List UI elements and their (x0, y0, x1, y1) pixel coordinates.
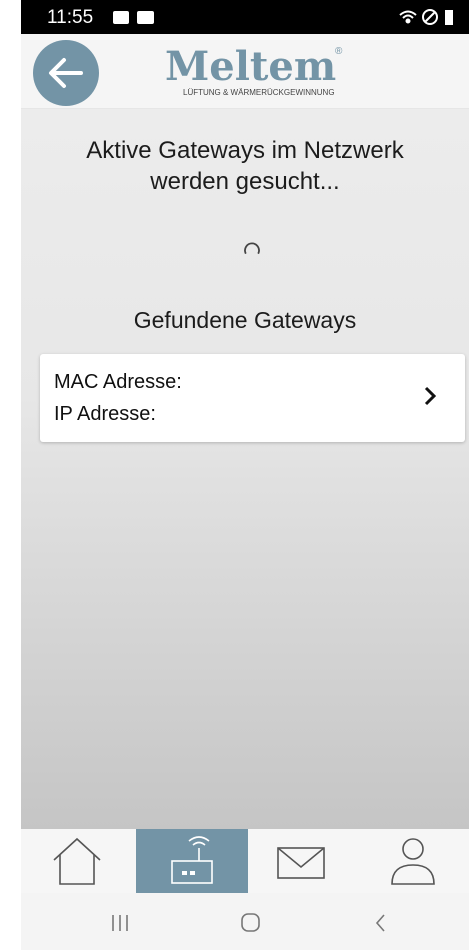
back-button[interactable] (33, 40, 99, 106)
found-gateways-heading: Gefundene Gateways (133, 307, 357, 333)
loading-spinner-icon (244, 242, 260, 254)
tab-gateways[interactable] (136, 829, 248, 893)
system-back-button[interactable] (351, 905, 411, 939)
do-not-disturb-icon (422, 9, 438, 25)
wifi-icon (399, 10, 417, 24)
svg-text:Meltem: Meltem (165, 43, 336, 90)
meltem-logo: Meltem ® LÜFTUNG & WÄRMERÜCKGEWINNUNG (159, 42, 349, 100)
battery-icon (445, 10, 453, 25)
system-navigation-bar (21, 893, 469, 950)
system-home-button[interactable] (221, 905, 281, 939)
bottom-tab-bar (21, 829, 469, 893)
mail-icon (137, 11, 154, 24)
home-icon (53, 837, 101, 885)
status-time: 11:55 (47, 7, 94, 28)
photo-icon (113, 11, 129, 24)
search-status-line2: werden gesucht... (150, 168, 340, 195)
back-chevron-icon (375, 914, 385, 932)
tab-messages[interactable] (245, 829, 357, 893)
tab-profile[interactable] (357, 829, 469, 893)
recent-apps-icon (112, 915, 128, 931)
user-icon (391, 838, 435, 885)
gateway-mac-label: MAC Adresse: (54, 371, 182, 393)
gateway-router-icon (171, 836, 213, 884)
gateway-ip-label: IP Adresse: (54, 403, 156, 425)
app-screen: 11:55 Meltem ® LÜFTUNG & WÄRMERÜCKGEWINN… (21, 0, 469, 950)
gateway-list-item[interactable]: MAC Adresse: IP Adresse: (40, 354, 465, 442)
svg-text:®: ® (335, 46, 343, 57)
mail-icon (277, 847, 325, 879)
chevron-right-icon (424, 386, 437, 406)
status-icons-right (397, 7, 459, 32)
app-header: Meltem ® LÜFTUNG & WÄRMERÜCKGEWINNUNG (21, 34, 469, 109)
home-circle-icon (241, 913, 260, 932)
search-status-line1: Aktive Gateways im Netzwerk (86, 137, 404, 164)
tab-home[interactable] (21, 829, 133, 893)
recent-apps-button[interactable] (91, 905, 151, 939)
status-bar: 11:55 (21, 0, 469, 34)
main-content: Aktive Gateways im Netzwerk werden gesuc… (21, 109, 469, 829)
search-status-text: Aktive Gateways im Netzwerk werden gesuc… (21, 135, 469, 197)
svg-text:LÜFTUNG & WÄRMERÜCKGEWINNUNG: LÜFTUNG & WÄRMERÜCKGEWINNUNG (183, 88, 335, 97)
arrow-left-icon (49, 58, 83, 88)
